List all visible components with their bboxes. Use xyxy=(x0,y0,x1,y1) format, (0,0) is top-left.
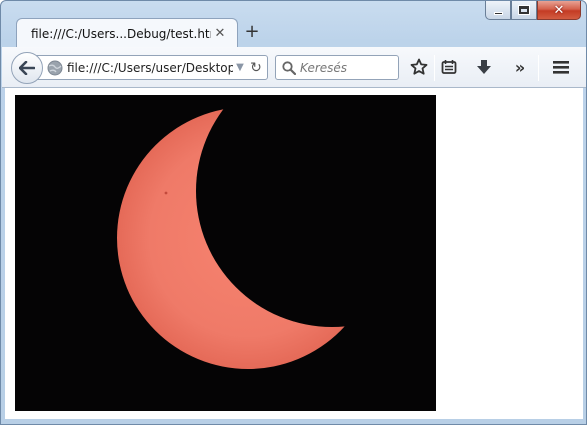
page-content xyxy=(5,88,583,419)
sunspot xyxy=(164,191,168,195)
bookmark-star-button[interactable] xyxy=(407,55,431,79)
window-caption-buttons: ✕ xyxy=(485,1,581,20)
navigation-toolbar: file:///C:/Users/user/Desktop/ ▼ ↻ Keres… xyxy=(2,47,586,88)
close-window-button[interactable]: ✕ xyxy=(537,1,581,20)
dropdown-icon[interactable]: ▼ xyxy=(233,62,247,73)
url-text[interactable]: file:///C:/Users/user/Desktop/ xyxy=(67,61,233,75)
eclipse-photo xyxy=(15,95,436,411)
new-tab-button[interactable]: + xyxy=(242,21,262,43)
globe-icon xyxy=(47,60,63,75)
overflow-icon: » xyxy=(514,57,525,77)
toolbar-separator xyxy=(434,55,435,81)
back-button[interactable] xyxy=(11,52,43,84)
back-arrow-icon xyxy=(19,61,35,75)
download-icon xyxy=(477,60,491,74)
reload-icon[interactable]: ↻ xyxy=(247,60,265,76)
search-bar[interactable] xyxy=(275,55,399,80)
reading-list-icon xyxy=(441,60,457,74)
toolbar-separator xyxy=(538,55,539,81)
url-bar[interactable]: file:///C:/Users/user/Desktop/ ▼ ↻ xyxy=(32,55,268,80)
close-icon[interactable]: ✕ xyxy=(211,26,229,41)
downloads-button[interactable] xyxy=(472,55,496,79)
maximize-icon xyxy=(518,5,530,15)
search-icon xyxy=(282,60,296,75)
close-window-icon: ✕ xyxy=(553,2,565,18)
menu-icon xyxy=(553,61,569,74)
bookmarks-list-button[interactable] xyxy=(437,55,461,79)
eclipse-image xyxy=(15,95,436,411)
minimize-button[interactable] xyxy=(485,1,511,20)
menu-button[interactable] xyxy=(549,55,573,79)
search-input[interactable] xyxy=(300,60,396,75)
overflow-button[interactable]: » xyxy=(507,55,531,79)
browser-window: ✕ file:///C:/Users...Debug/test.html ✕ +… xyxy=(0,0,587,425)
tab-active[interactable]: file:///C:/Users...Debug/test.html ✕ xyxy=(16,18,238,48)
star-icon xyxy=(410,58,428,75)
tab-title: file:///C:/Users...Debug/test.html xyxy=(31,26,211,41)
sun-crescent xyxy=(117,107,379,369)
maximize-button[interactable] xyxy=(511,1,537,20)
minimize-icon xyxy=(493,11,503,15)
